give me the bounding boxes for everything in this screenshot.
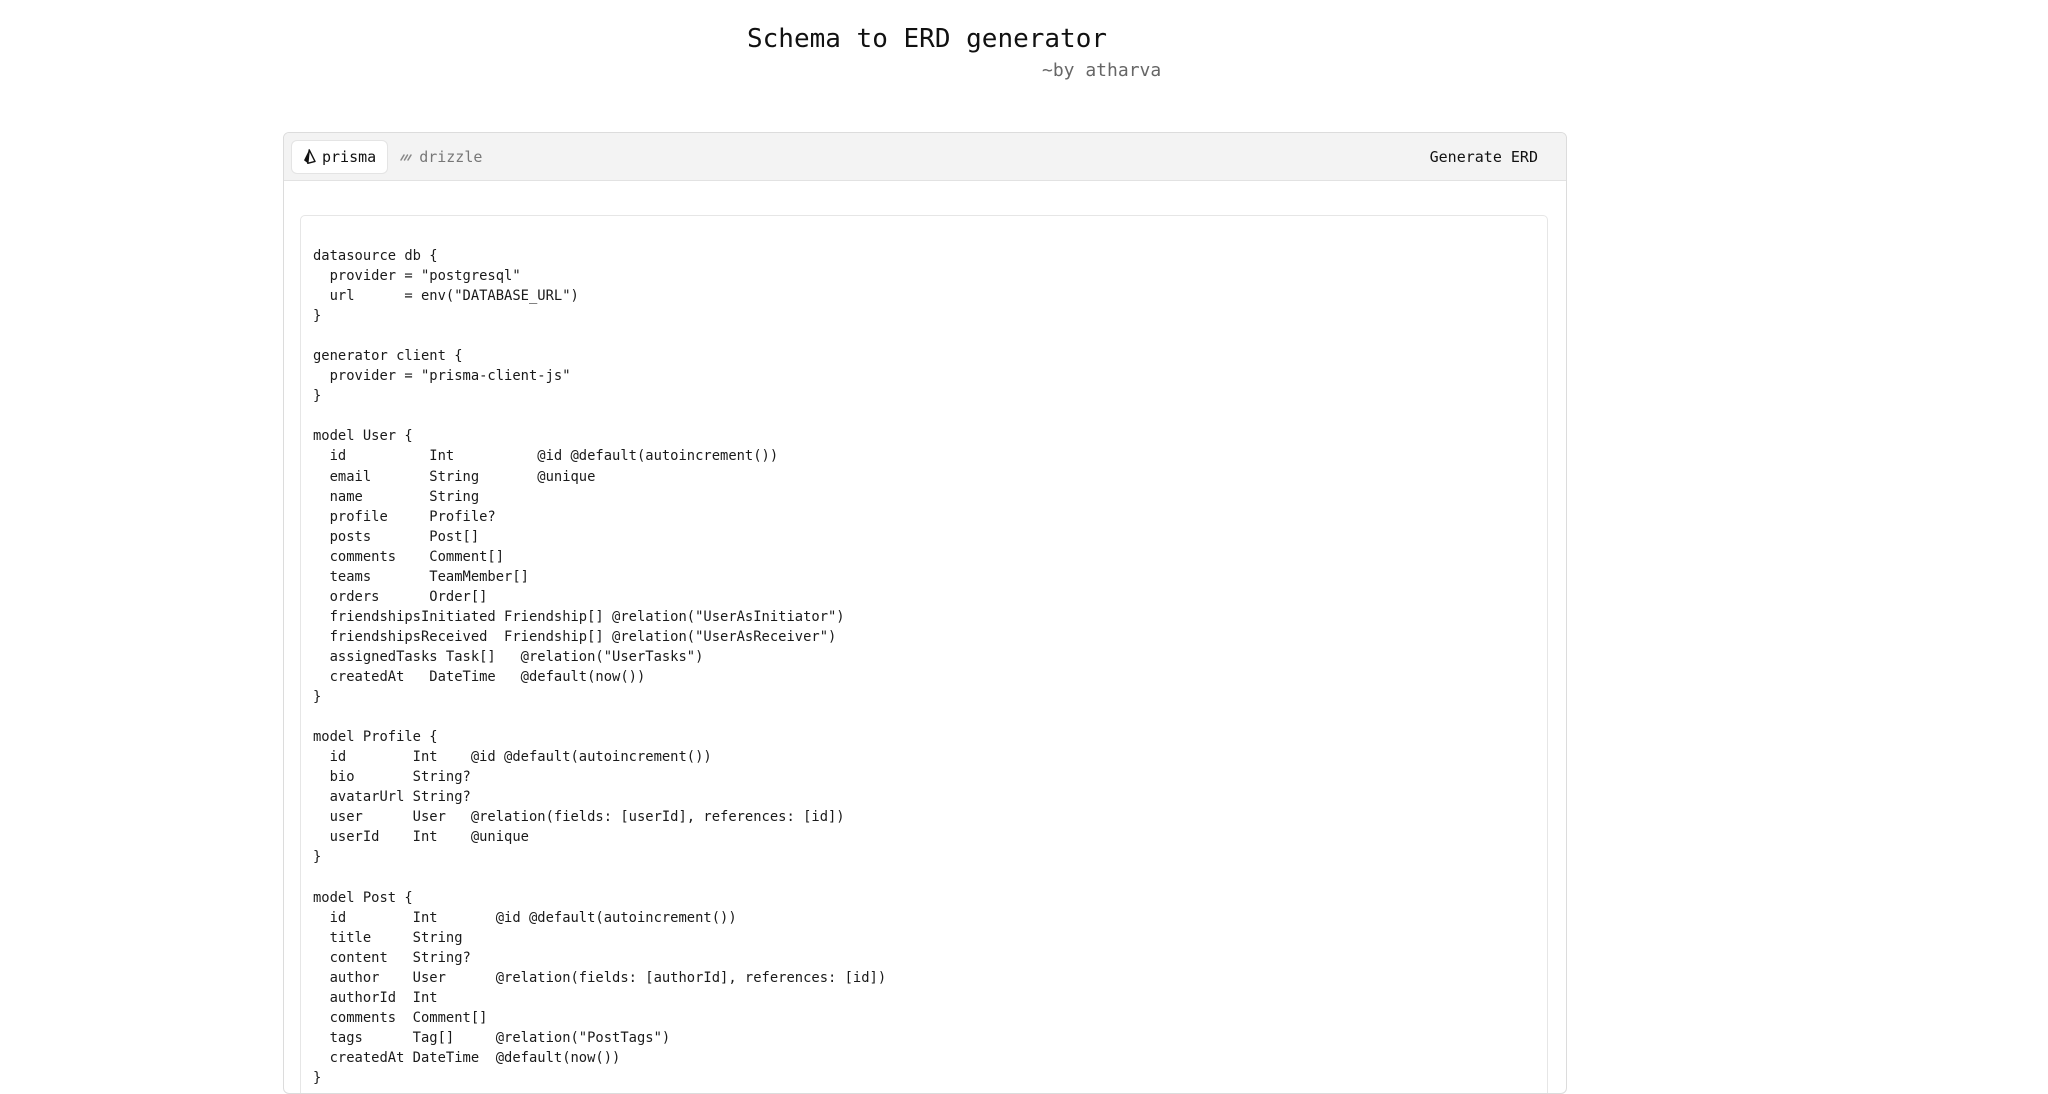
schema-editor[interactable]: datasource db { provider = "postgresql" … (300, 215, 1548, 1093)
schema-code[interactable]: datasource db { provider = "postgresql" … (313, 246, 1535, 1088)
drizzle-icon (400, 152, 413, 162)
tab-drizzle[interactable]: drizzle (389, 141, 493, 173)
generate-erd-button[interactable]: Generate ERD (1422, 142, 1546, 172)
editor-toolbar: prisma drizzle Generate ERD (284, 133, 1566, 181)
author-credit: ~by atharva (1042, 60, 1162, 81)
page-title: Schema to ERD generator (746, 24, 1108, 54)
tab-prisma[interactable]: prisma (292, 140, 388, 173)
tab-label: prisma (322, 147, 377, 166)
prisma-icon (303, 149, 316, 164)
tab-label: drizzle (419, 147, 483, 166)
editor-panel: prisma drizzle Generate ERD datasource d… (283, 132, 1567, 1094)
